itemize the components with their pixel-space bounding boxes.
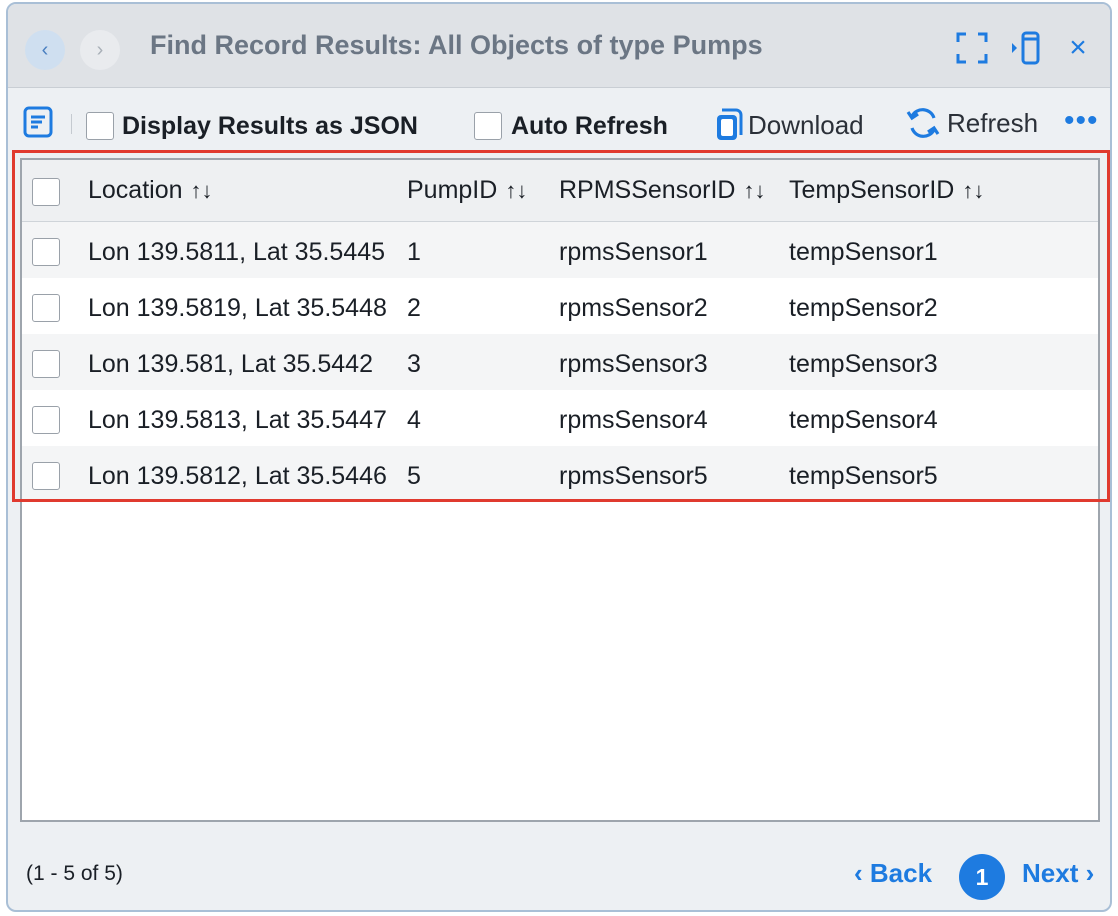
select-all-checkbox[interactable]	[32, 178, 60, 206]
sort-icon[interactable]: ↑↓	[191, 178, 213, 203]
sort-icon[interactable]: ↑↓	[962, 178, 984, 203]
column-header-label: PumpID	[407, 176, 498, 204]
row-checkbox[interactable]	[32, 462, 60, 490]
cell-tempsensorid: tempSensor5	[789, 462, 938, 490]
refresh-button[interactable]: Refresh	[947, 108, 1038, 139]
table-row[interactable]: Lon 139.5812, Lat 35.5446 5 rpmsSensor5 …	[22, 446, 1098, 502]
column-header-label: RPMSSensorID	[559, 176, 736, 204]
download-button[interactable]: Download	[748, 110, 864, 141]
refresh-icon[interactable]	[906, 106, 940, 140]
cell-rpmssensorid: rpmsSensor1	[559, 238, 708, 266]
pager-back-button[interactable]: ‹ Back	[854, 858, 932, 889]
toolbar-divider	[71, 114, 72, 134]
expand-button[interactable]	[954, 30, 990, 66]
details-list-icon[interactable]	[22, 106, 54, 138]
table-row[interactable]: Lon 139.5819, Lat 35.5448 2 rpmsSensor2 …	[22, 278, 1098, 334]
window-title: Find Record Results: All Objects of type…	[150, 30, 763, 60]
column-header-location[interactable]: Location ↑↓	[88, 176, 213, 205]
result-count: (1 - 5 of 5)	[26, 862, 123, 885]
auto-refresh-label[interactable]: Auto Refresh	[511, 112, 668, 141]
column-header-tempsensorid[interactable]: TempSensorID ↑↓	[789, 176, 984, 205]
expand-icon	[956, 32, 988, 64]
more-options-icon[interactable]: •••	[1064, 106, 1099, 136]
column-header-rpmssensorid[interactable]: RPMSSensorID ↑↓	[559, 176, 765, 205]
cell-location: Lon 139.5813, Lat 35.5447	[88, 406, 387, 434]
row-checkbox[interactable]	[32, 406, 60, 434]
row-checkbox[interactable]	[32, 350, 60, 378]
results-grid: Location ↑↓ PumpID ↑↓ RPMSSensorID ↑↓ TempS…	[20, 158, 1100, 822]
grid-header-row: Location ↑↓ PumpID ↑↓ RPMSSensorID ↑↓ TempS…	[22, 160, 1098, 222]
cell-tempsensorid: tempSensor1	[789, 238, 938, 266]
cell-rpmssensorid: rpmsSensor2	[559, 294, 708, 322]
cell-rpmssensorid: rpmsSensor3	[559, 350, 708, 378]
pager-current-page[interactable]: 1	[959, 854, 1005, 900]
pager-next-button[interactable]: Next ›	[1022, 858, 1094, 889]
table-row[interactable]: Lon 139.5811, Lat 35.5445 1 rpmsSensor1 …	[22, 222, 1098, 278]
sort-icon[interactable]: ↑↓	[743, 178, 765, 203]
row-checkbox[interactable]	[32, 238, 60, 266]
display-json-label[interactable]: Display Results as JSON	[122, 112, 418, 141]
cell-pumpid: 2	[407, 294, 421, 322]
dock-panel-icon	[1012, 31, 1040, 65]
title-bar: ‹ › Find Record Results: All Objects of …	[8, 4, 1110, 88]
cell-rpmssensorid: rpmsSensor4	[559, 406, 708, 434]
column-header-label: TempSensorID	[789, 176, 955, 204]
display-json-checkbox[interactable]	[86, 112, 114, 140]
chevron-right-icon: ›	[96, 38, 104, 61]
cell-tempsensorid: tempSensor3	[789, 350, 938, 378]
cell-tempsensorid: tempSensor4	[789, 406, 938, 434]
cell-tempsensorid: tempSensor2	[789, 294, 938, 322]
column-header-label: Location	[88, 176, 183, 204]
close-icon: ×	[1069, 31, 1087, 64]
dock-button[interactable]	[1008, 30, 1044, 66]
sort-icon[interactable]: ↑↓	[505, 178, 527, 203]
download-icon[interactable]	[714, 108, 744, 142]
chevron-left-icon: ‹	[41, 38, 49, 61]
back-nav-button[interactable]: ‹	[25, 30, 65, 70]
row-checkbox[interactable]	[32, 294, 60, 322]
cell-location: Lon 139.5812, Lat 35.5446	[88, 462, 387, 490]
cell-pumpid: 3	[407, 350, 421, 378]
column-header-pumpid[interactable]: PumpID ↑↓	[407, 176, 527, 205]
auto-refresh-checkbox[interactable]	[474, 112, 502, 140]
cell-pumpid: 5	[407, 462, 421, 490]
results-toolbar: Display Results as JSON Auto Refresh Dow…	[8, 90, 1110, 154]
results-window: ‹ › Find Record Results: All Objects of …	[6, 2, 1112, 912]
cell-rpmssensorid: rpmsSensor5	[559, 462, 708, 490]
cell-pumpid: 4	[407, 406, 421, 434]
cell-location: Lon 139.5811, Lat 35.5445	[88, 238, 386, 266]
cell-location: Lon 139.581, Lat 35.5442	[88, 350, 373, 378]
close-button[interactable]: ×	[1060, 30, 1096, 66]
table-row[interactable]: Lon 139.5813, Lat 35.5447 4 rpmsSensor4 …	[22, 390, 1098, 446]
cell-location: Lon 139.5819, Lat 35.5448	[88, 294, 387, 322]
table-row[interactable]: Lon 139.581, Lat 35.5442 3 rpmsSensor3 t…	[22, 334, 1098, 390]
cell-pumpid: 1	[407, 238, 421, 266]
forward-nav-button[interactable]: ›	[80, 30, 120, 70]
